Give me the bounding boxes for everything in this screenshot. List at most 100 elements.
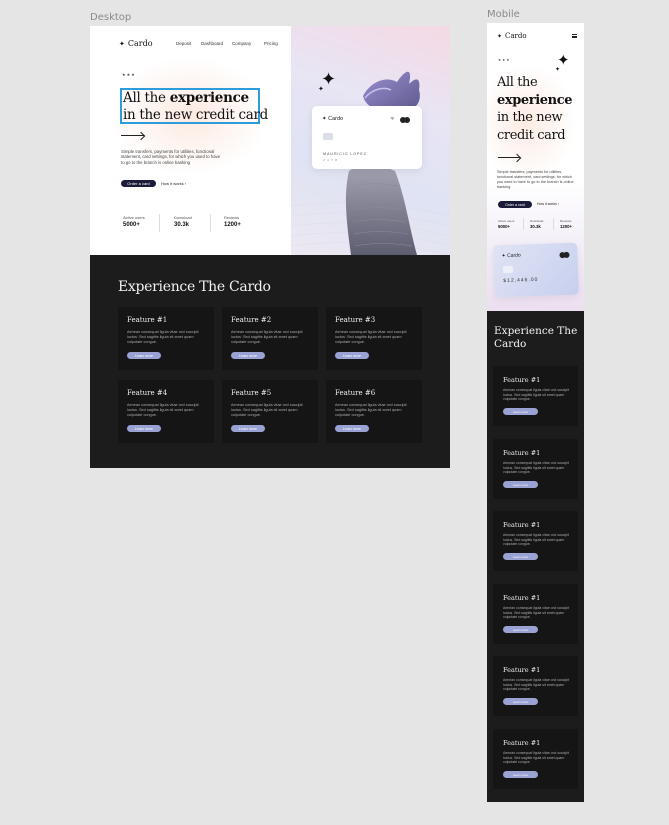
sparkle-small-icon: ✦ [555, 67, 561, 73]
credit-card[interactable]: ✦ Cardo $12,446.00 [493, 242, 579, 298]
learn-more-button[interactable]: Learn more [231, 425, 265, 432]
desktop-frame[interactable]: ✦ Cardo Deposit Dashboard Company Pricin… [90, 26, 450, 468]
mastercard-icon [400, 117, 410, 123]
learn-more-button[interactable]: Learn more [231, 352, 265, 359]
nav-link-pricing[interactable]: Pricing [264, 41, 278, 46]
nav-link-company[interactable]: Company [232, 41, 251, 46]
logo-text: Cardo [505, 32, 527, 40]
learn-more-button[interactable]: Learn more [127, 352, 161, 359]
feature-desc: Aenean consequat ligula vitae orci susci… [127, 330, 199, 344]
stat-divider [553, 218, 554, 230]
credit-card[interactable]: ✦ Cardo ᯤ MAURICIO LOPEZ 2 4 7 8 [312, 106, 422, 169]
feature-title: Feature #1 [503, 449, 541, 457]
nav-link-deposit[interactable]: Deposit [176, 41, 191, 46]
stat-divider [210, 214, 211, 232]
learn-more-button[interactable]: Learn more [503, 771, 538, 778]
learn-more-button[interactable]: Learn more [127, 425, 161, 432]
brand-logo[interactable]: ✦ Cardo [119, 39, 153, 48]
card-logo-text: Cardo [328, 116, 344, 122]
feature-title: Feature #6 [335, 389, 376, 397]
features-title: Experience The Cardo [494, 325, 578, 350]
feature-desc: Aenean consequat ligula vitae orci susci… [231, 403, 303, 417]
hero-description: Simple transfers, payments for utilities… [497, 170, 574, 189]
card-chip-icon [323, 133, 333, 140]
stat-divider [523, 218, 524, 230]
logo-mark-icon: ✦ [119, 40, 125, 48]
feature-desc: Aenean consequat ligula vitae orci susci… [503, 678, 569, 692]
card-logo: ✦ Cardo [501, 252, 521, 260]
feature-title: Feature #4 [127, 389, 168, 397]
stat-divider [159, 214, 160, 232]
desktop-frame-label[interactable]: Desktop [90, 12, 131, 23]
order-card-button[interactable]: Order a card [498, 201, 532, 208]
how-it-works-link[interactable]: How it works › [537, 202, 559, 206]
stat-download: Download 30.3k [174, 215, 192, 228]
stat-value: 5000+ [123, 222, 140, 228]
feature-card: Feature #1 Aenean consequat ligula vitae… [493, 439, 578, 499]
learn-more-button[interactable]: Learn more [503, 626, 538, 633]
headline-line: All the [497, 75, 538, 90]
feature-card: Feature #4 Aenean consequat ligula vitae… [118, 380, 214, 443]
card-balance: $12,446.00 [503, 276, 539, 285]
learn-more-button[interactable]: Learn more [503, 553, 538, 560]
chevron-right-icon: › [557, 202, 559, 206]
nav-link-dashboard[interactable]: Dashboard [201, 41, 223, 46]
feature-card: Feature #2 Aenean consequat ligula vitae… [222, 307, 318, 370]
feature-title: Feature #1 [127, 316, 168, 324]
learn-more-button[interactable]: Learn more [335, 425, 369, 432]
learn-more-button[interactable]: Learn more [503, 408, 538, 415]
learn-more-button[interactable]: Learn more [503, 481, 538, 488]
stat-label: Download [174, 215, 192, 220]
mobile-frame[interactable]: ✦ Cardo ★★★ ✦ ✦ All the experience in th… [487, 23, 584, 802]
learn-more-button[interactable]: Learn more [335, 352, 369, 359]
headline-line: credit card [497, 127, 566, 143]
features-title: Experience The Cardo [118, 279, 271, 295]
hero-headline[interactable]: All the experience in the new credit car… [120, 88, 269, 124]
learn-more-button[interactable]: Learn more [503, 698, 538, 705]
feature-card: Feature #6 Aenean consequat ligula vitae… [326, 380, 422, 443]
card-logo-text: Cardo [506, 252, 521, 259]
feature-card: Feature #1 Aenean consequat ligula vitae… [493, 366, 578, 426]
stat-active-users: Active users 5000+ [123, 215, 145, 228]
feature-desc: Aenean consequat ligula vitae orci susci… [127, 403, 199, 417]
feature-title: Feature #2 [231, 316, 272, 324]
hamburger-icon[interactable] [572, 34, 577, 38]
feature-desc: Aenean consequat ligula vitae orci susci… [503, 461, 569, 475]
feature-card: Feature #3 Aenean consequat ligula vitae… [326, 307, 422, 370]
headline-post: in the new credit card [123, 107, 269, 123]
mobile-frame-label[interactable]: Mobile [487, 9, 520, 20]
feature-desc: Aenean consequat ligula vitae orci susci… [503, 606, 569, 620]
feature-card: Feature #1 Aenean consequat ligula vitae… [493, 511, 578, 571]
stat-value: 30.3k [174, 222, 190, 228]
order-card-button[interactable]: Order a card [121, 180, 156, 187]
feature-title: Feature #1 [503, 739, 541, 747]
feature-title: Feature #1 [503, 666, 541, 674]
stat-label: Download [530, 219, 544, 223]
card-chip-icon [502, 265, 514, 274]
arrow-right-icon [121, 135, 144, 136]
logo-mark-icon: ✦ [497, 33, 503, 40]
headline-bold: experience [169, 90, 249, 106]
feature-title: Feature #1 [503, 376, 541, 384]
contactless-icon: ᯤ [390, 116, 395, 122]
feature-card: Feature #5 Aenean consequat ligula vitae… [222, 380, 318, 443]
stat-label: Reviews [560, 219, 572, 223]
feature-desc: Aenean consequat ligula vitae orci susci… [503, 388, 569, 402]
brand-logo[interactable]: ✦ Cardo [497, 32, 527, 40]
stat-label: Active users [123, 215, 145, 220]
hero-headline: All the experience in the new credit car… [497, 74, 577, 144]
feature-title: Feature #1 [503, 594, 541, 602]
card-holder: MAURICIO LOPEZ [323, 152, 367, 156]
feature-card: Feature #1 Aenean consequat ligula vitae… [493, 729, 578, 789]
feature-card: Feature #1 Aenean consequat ligula vitae… [118, 307, 214, 370]
stat-label: Reviews [224, 215, 240, 220]
sparkle-small-icon: ✦ [318, 86, 324, 93]
logo-text: Cardo [127, 39, 153, 48]
stat-reviews: Reviews 1200+ [224, 215, 241, 228]
feature-title: Feature #3 [335, 316, 376, 324]
stat-value: 30.3k [530, 224, 541, 229]
headline-pre: All the [123, 90, 166, 106]
features-section: Experience The Cardo Feature #1 Aenean c… [90, 255, 450, 468]
feature-desc: Aenean consequat ligula vitae orci susci… [503, 751, 569, 765]
how-it-works-link[interactable]: How it works › [161, 181, 186, 186]
